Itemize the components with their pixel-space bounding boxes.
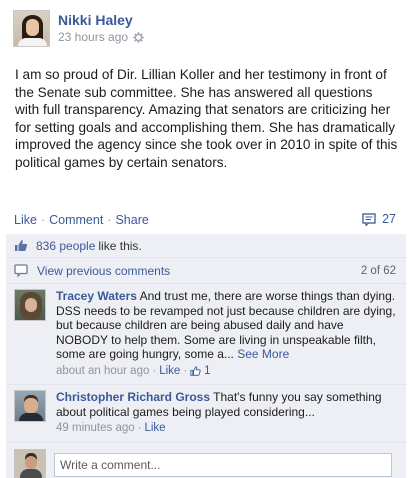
comment-link[interactable]: Comment bbox=[49, 213, 103, 227]
previous-comments-row: View previous comments 2 of 62 bbox=[6, 258, 406, 284]
comment-like-link[interactable]: Like bbox=[159, 364, 180, 379]
comments-pager: 2 of 62 bbox=[360, 265, 396, 277]
see-more-link[interactable]: See More bbox=[237, 347, 289, 361]
comment-count-value: 27 bbox=[382, 212, 396, 226]
viewer-avatar bbox=[14, 448, 46, 478]
author-avatar[interactable] bbox=[13, 10, 50, 47]
commenter-avatar[interactable] bbox=[14, 289, 46, 321]
comment-item: Tracey Waters And trust me, there are wo… bbox=[6, 284, 406, 385]
commenter-name[interactable]: Christopher Richard Gross bbox=[56, 390, 210, 404]
post-timestamp[interactable]: 23 hours ago bbox=[58, 30, 128, 44]
comment-count[interactable]: 27 bbox=[362, 212, 396, 226]
separator: · bbox=[107, 213, 112, 227]
gear-icon[interactable] bbox=[133, 31, 145, 43]
comment-meta: 49 minutes ago · Like bbox=[56, 421, 166, 436]
likes-suffix: like this. bbox=[98, 238, 142, 253]
like-link[interactable]: Like bbox=[14, 213, 37, 227]
action-bar: Like · Comment · Share 27 bbox=[6, 208, 406, 232]
comment-time[interactable]: 49 minutes ago bbox=[56, 421, 135, 436]
feedback-section: Like · Comment · Share 27 836 people lik… bbox=[6, 208, 406, 478]
comment-time[interactable]: about an hour ago bbox=[56, 364, 149, 379]
thumbs-up-icon bbox=[190, 366, 201, 376]
comment-like-link[interactable]: Like bbox=[144, 421, 165, 436]
post-body: I am so proud of Dir. Lillian Koller and… bbox=[15, 67, 398, 170]
likes-count-link[interactable]: 836 people bbox=[36, 239, 95, 253]
thumbs-up-icon bbox=[15, 240, 28, 251]
author-name[interactable]: Nikki Haley bbox=[58, 12, 133, 28]
comment-body: Tracey Waters And trust me, there are wo… bbox=[56, 289, 396, 378]
post-meta: 23 hours ago bbox=[58, 30, 145, 44]
comment-bubble-icon bbox=[362, 212, 376, 226]
comment-body: Christopher Richard Gross That's funny y… bbox=[56, 390, 396, 436]
commenter-avatar[interactable] bbox=[14, 390, 46, 422]
comment-item: Christopher Richard Gross That's funny y… bbox=[6, 385, 406, 443]
share-link[interactable]: Share bbox=[115, 213, 148, 227]
comment-like-count[interactable]: 1 bbox=[204, 364, 210, 379]
separator: · bbox=[40, 213, 46, 227]
comment-meta: about an hour ago · Like · 1 bbox=[56, 364, 211, 379]
comment-input[interactable] bbox=[54, 452, 392, 477]
comment-composer bbox=[6, 442, 406, 478]
commenter-name[interactable]: Tracey Waters bbox=[56, 289, 137, 303]
likes-row: 836 people like this. bbox=[6, 234, 406, 258]
comment-bubble-icon bbox=[14, 264, 28, 277]
view-previous-comments-link[interactable]: View previous comments bbox=[37, 264, 170, 278]
post-header: Nikki Haley 23 hours ago bbox=[13, 8, 393, 48]
